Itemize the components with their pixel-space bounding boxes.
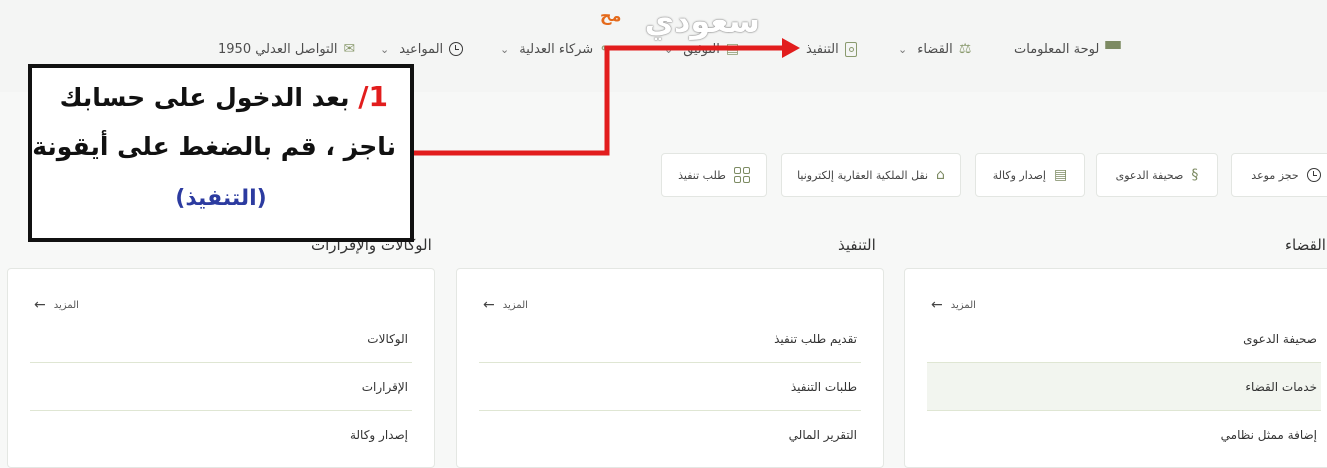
- instruction-callout: 1/ بعد الدخول على حسابك ناجز ، قم بالضغط…: [28, 64, 414, 242]
- callout-line-3: (التنفيذ): [175, 186, 267, 211]
- callout-line-1-text: بعد الدخول على حسابك: [59, 83, 350, 112]
- step-number: 1: [368, 80, 388, 113]
- callout-line-2: ناجز ، قم بالضغط على أيقونة: [32, 132, 396, 161]
- callout-line-1: 1/ بعد الدخول على حسابك: [59, 80, 388, 113]
